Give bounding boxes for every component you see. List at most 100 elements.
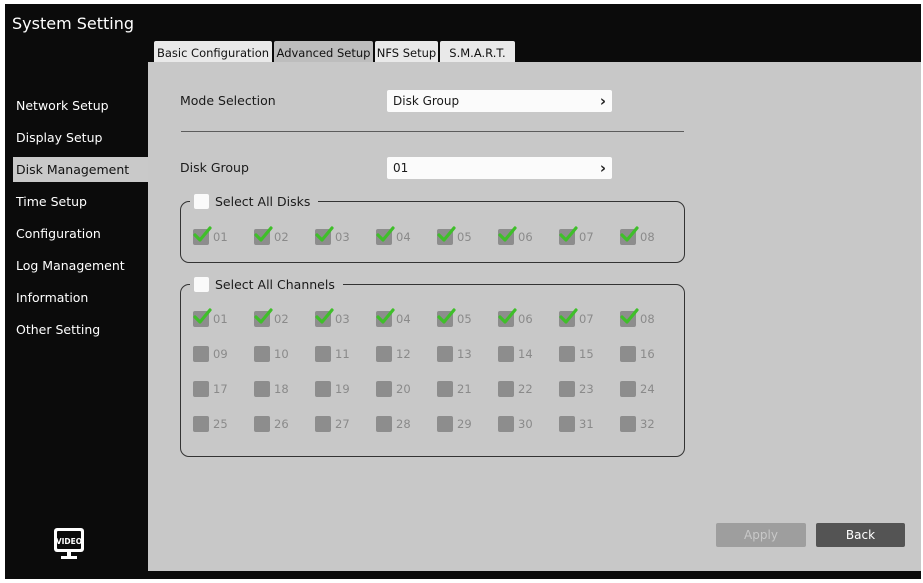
checkbox-box[interactable] xyxy=(254,381,270,397)
checkbox-box[interactable] xyxy=(315,381,331,397)
channel-checkbox-08[interactable]: 08 xyxy=(620,308,655,327)
checkbox-box[interactable] xyxy=(498,416,514,432)
disk-checkbox-08[interactable]: 08 xyxy=(620,226,655,245)
channel-checkbox-21[interactable]: 21 xyxy=(437,381,472,397)
channel-label: 22 xyxy=(518,382,533,396)
checkmark-icon[interactable] xyxy=(498,226,517,245)
select-all-channels-checkbox[interactable] xyxy=(194,276,209,292)
channel-checkbox-23[interactable]: 23 xyxy=(559,381,594,397)
checkmark-icon[interactable] xyxy=(376,308,395,327)
channel-checkbox-15[interactable]: 15 xyxy=(559,346,594,362)
checkbox-box[interactable] xyxy=(498,381,514,397)
channel-checkbox-11[interactable]: 11 xyxy=(315,346,350,362)
checkbox-box[interactable] xyxy=(254,416,270,432)
checkmark-icon[interactable] xyxy=(559,226,578,245)
checkbox-box[interactable] xyxy=(376,381,392,397)
channel-checkbox-30[interactable]: 30 xyxy=(498,416,533,432)
sidebar-item-disk-management[interactable]: Disk Management xyxy=(13,157,151,182)
channel-checkbox-27[interactable]: 27 xyxy=(315,416,350,432)
channel-checkbox-19[interactable]: 19 xyxy=(315,381,350,397)
select-all-disks[interactable]: Select All Disks xyxy=(190,192,319,210)
channel-checkbox-13[interactable]: 13 xyxy=(437,346,472,362)
disk-label: 01 xyxy=(213,230,228,244)
checkbox-box[interactable] xyxy=(193,381,209,397)
channel-checkbox-28[interactable]: 28 xyxy=(376,416,411,432)
channel-checkbox-16[interactable]: 16 xyxy=(620,346,655,362)
checkmark-icon[interactable] xyxy=(620,226,639,245)
channel-checkbox-05[interactable]: 05 xyxy=(437,308,472,327)
checkbox-box[interactable] xyxy=(498,346,514,362)
checkbox-box[interactable] xyxy=(437,346,453,362)
checkmark-icon[interactable] xyxy=(254,308,273,327)
apply-button[interactable]: Apply xyxy=(716,523,806,547)
checkbox-box[interactable] xyxy=(376,416,392,432)
sidebar-item-information[interactable]: Information xyxy=(16,285,88,310)
checkmark-icon[interactable] xyxy=(559,308,578,327)
checkmark-icon[interactable] xyxy=(193,308,212,327)
channel-checkbox-26[interactable]: 26 xyxy=(254,416,289,432)
channel-checkbox-31[interactable]: 31 xyxy=(559,416,594,432)
mode-selection-select[interactable]: Disk Group › xyxy=(387,90,612,112)
sidebar-item-time-setup[interactable]: Time Setup xyxy=(16,189,87,214)
channel-checkbox-32[interactable]: 32 xyxy=(620,416,655,432)
disk-checkbox-06[interactable]: 06 xyxy=(498,226,533,245)
channel-checkbox-25[interactable]: 25 xyxy=(193,416,228,432)
checkbox-box[interactable] xyxy=(315,346,331,362)
disk-checkbox-05[interactable]: 05 xyxy=(437,226,472,245)
checkbox-box[interactable] xyxy=(193,416,209,432)
channel-label: 06 xyxy=(518,312,533,326)
checkbox-box[interactable] xyxy=(559,346,575,362)
sidebar-item-network-setup[interactable]: Network Setup xyxy=(16,93,109,118)
checkbox-box[interactable] xyxy=(437,381,453,397)
channel-checkbox-01[interactable]: 01 xyxy=(193,308,228,327)
checkmark-icon[interactable] xyxy=(437,226,456,245)
channel-checkbox-04[interactable]: 04 xyxy=(376,308,411,327)
checkbox-box[interactable] xyxy=(437,416,453,432)
checkbox-box[interactable] xyxy=(193,346,209,362)
disk-checkbox-04[interactable]: 04 xyxy=(376,226,411,245)
checkmark-icon[interactable] xyxy=(498,308,517,327)
channel-checkbox-29[interactable]: 29 xyxy=(437,416,472,432)
checkbox-box[interactable] xyxy=(559,416,575,432)
sidebar-item-configuration[interactable]: Configuration xyxy=(16,221,101,246)
checkmark-icon[interactable] xyxy=(376,226,395,245)
back-button[interactable]: Back xyxy=(816,523,905,547)
channel-label: 14 xyxy=(518,347,533,361)
channel-checkbox-02[interactable]: 02 xyxy=(254,308,289,327)
checkmark-icon[interactable] xyxy=(620,308,639,327)
channel-checkbox-06[interactable]: 06 xyxy=(498,308,533,327)
disk-checkbox-07[interactable]: 07 xyxy=(559,226,594,245)
sidebar-item-display-setup[interactable]: Display Setup xyxy=(16,125,102,150)
channel-checkbox-18[interactable]: 18 xyxy=(254,381,289,397)
channel-checkbox-20[interactable]: 20 xyxy=(376,381,411,397)
disk-checkbox-03[interactable]: 03 xyxy=(315,226,350,245)
select-all-disks-checkbox[interactable] xyxy=(194,193,209,209)
select-all-channels[interactable]: Select All Channels xyxy=(190,275,343,293)
disk-checkbox-01[interactable]: 01 xyxy=(193,226,228,245)
checkbox-box[interactable] xyxy=(620,381,636,397)
channel-checkbox-09[interactable]: 09 xyxy=(193,346,228,362)
checkbox-box[interactable] xyxy=(376,346,392,362)
checkmark-icon[interactable] xyxy=(437,308,456,327)
checkmark-icon[interactable] xyxy=(315,226,334,245)
channel-checkbox-17[interactable]: 17 xyxy=(193,381,228,397)
disk-group-select[interactable]: 01 › xyxy=(387,157,612,179)
disk-checkbox-02[interactable]: 02 xyxy=(254,226,289,245)
checkbox-box[interactable] xyxy=(620,416,636,432)
channel-checkbox-14[interactable]: 14 xyxy=(498,346,533,362)
channel-checkbox-03[interactable]: 03 xyxy=(315,308,350,327)
checkmark-icon[interactable] xyxy=(315,308,334,327)
channel-checkbox-22[interactable]: 22 xyxy=(498,381,533,397)
channel-checkbox-12[interactable]: 12 xyxy=(376,346,411,362)
checkmark-icon[interactable] xyxy=(193,226,212,245)
checkbox-box[interactable] xyxy=(315,416,331,432)
channel-checkbox-10[interactable]: 10 xyxy=(254,346,289,362)
sidebar-item-log-management[interactable]: Log Management xyxy=(16,253,125,278)
checkbox-box[interactable] xyxy=(620,346,636,362)
channel-checkbox-24[interactable]: 24 xyxy=(620,381,655,397)
checkbox-box[interactable] xyxy=(254,346,270,362)
checkmark-icon[interactable] xyxy=(254,226,273,245)
sidebar-item-other-setting[interactable]: Other Setting xyxy=(16,317,100,342)
checkbox-box[interactable] xyxy=(559,381,575,397)
channel-checkbox-07[interactable]: 07 xyxy=(559,308,594,327)
